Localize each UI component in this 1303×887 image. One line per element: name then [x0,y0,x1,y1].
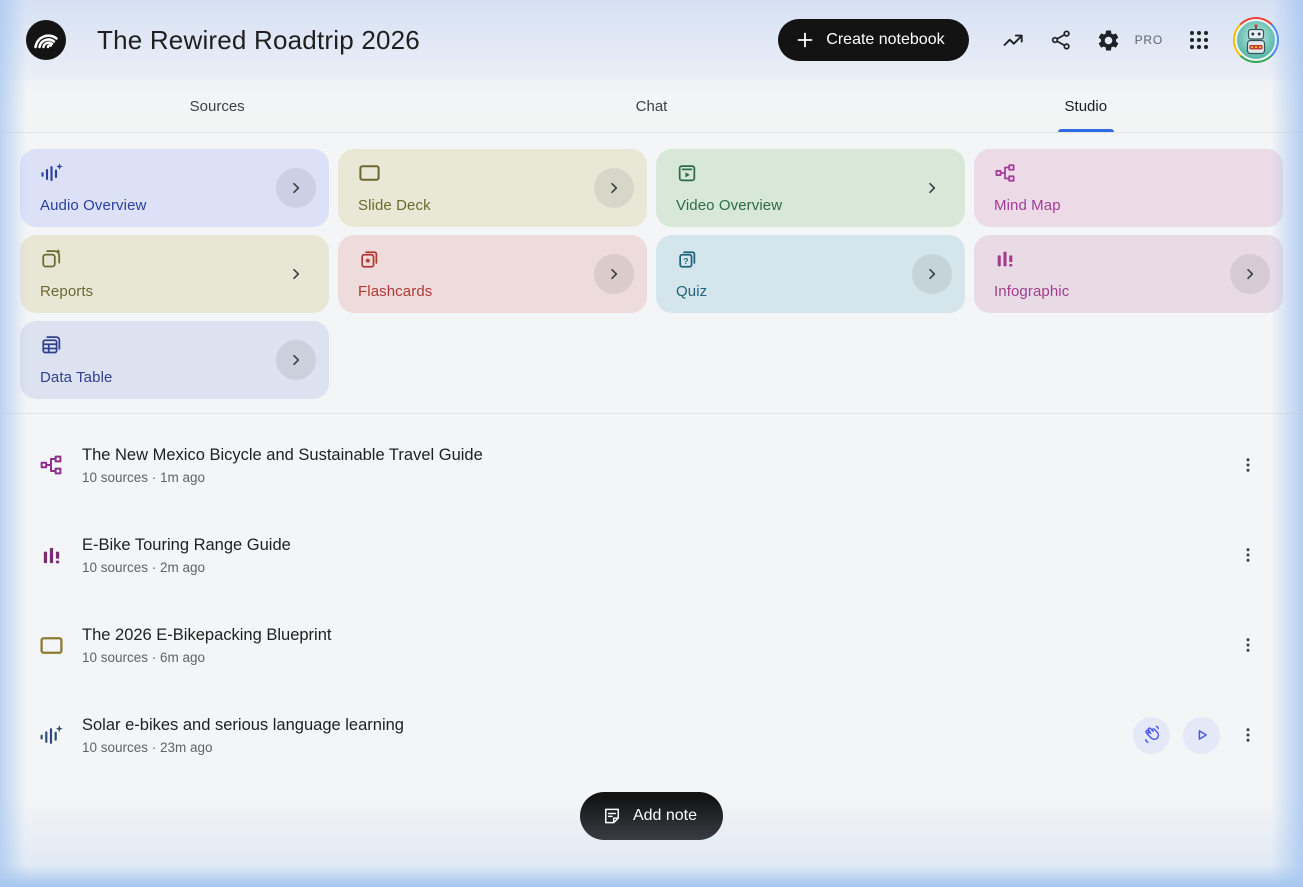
chevron-right-icon[interactable] [276,168,316,208]
create-notebook-button[interactable]: Create notebook [778,19,969,61]
chevron-right-icon[interactable] [594,254,634,294]
card-reports[interactable]: Reports [20,235,329,313]
card-audio-overview[interactable]: Audio Overview [20,149,329,227]
tab-sources[interactable]: Sources [0,80,434,132]
card-label: Data Table [40,369,113,386]
artifact-meta: 10 sources · 2m ago [82,559,206,575]
artifact-text: E-Bike Touring Range Guide 10 sources · … [82,536,1233,575]
add-note-button[interactable]: Add note [579,792,724,840]
analytics-button[interactable] [999,26,1027,54]
main-tabs: Sources Chat Studio [0,80,1303,133]
chevron-right-icon[interactable] [276,254,316,294]
data-table-icon [40,334,63,356]
top-bar: The Rewired Roadtrip 2026 Create noteboo… [0,0,1303,80]
kebab-menu-icon[interactable] [1233,450,1263,480]
artifact-text: The New Mexico Bicycle and Sustainable T… [82,446,1233,485]
card-quiz[interactable]: ? Quiz [656,235,965,313]
apps-grid-button[interactable] [1185,26,1213,54]
note-icon [602,806,622,826]
artifact-title[interactable]: The New Mexico Bicycle and Sustainable T… [82,446,1233,465]
quiz-cards-icon: ? [676,248,699,270]
flashcards-icon [358,248,381,270]
play-audio-button[interactable] [1183,716,1220,754]
chevron-right-icon[interactable] [276,340,316,380]
audio-waveform-sparkle-icon [38,724,64,747]
trending-up-icon [1001,28,1025,52]
chevron-right-icon[interactable] [912,254,952,294]
artifact-text: The 2026 E-Bikepacking Blueprint 10 sour… [82,626,1233,665]
notebooklm-logo[interactable] [26,20,66,60]
kebab-menu-icon[interactable] [1233,540,1263,570]
tab-studio[interactable]: Studio [869,80,1303,132]
artifact-text: Solar e-bikes and serious language learn… [82,716,1133,755]
chevron-right-icon[interactable] [912,168,952,208]
play-icon [1193,726,1211,744]
settings-button[interactable] [1095,26,1123,54]
svg-text:?: ? [683,256,688,266]
studio-cards-grid: Audio Overview Slide Deck Video Overview… [20,149,1283,399]
add-note-label: Add note [632,807,698,824]
add-note-row: Add note [0,792,1303,840]
card-label: Slide Deck [358,197,431,214]
header-actions: Create notebook PRO [778,17,1279,63]
report-sparkle-icon [40,248,63,270]
artifact-meta: 10 sources · 23m ago [82,739,213,755]
list-item[interactable]: E-Bike Touring Range Guide 10 sources · … [0,510,1303,600]
mind-map-icon [38,453,64,477]
video-overview-icon [676,162,698,184]
interactive-mode-button[interactable] [1133,716,1170,754]
kebab-menu-icon[interactable] [1233,630,1263,660]
tab-chat[interactable]: Chat [434,80,868,132]
card-label: Mind Map [994,197,1061,214]
artifact-title[interactable]: E-Bike Touring Range Guide [82,536,1233,555]
list-item[interactable]: The 2026 E-Bikepacking Blueprint 10 sour… [0,600,1303,690]
share-button[interactable] [1047,26,1075,54]
artifact-title[interactable]: The 2026 E-Bikepacking Blueprint [82,626,1233,645]
card-label: Flashcards [358,283,433,300]
infographic-bars-icon [994,248,1016,270]
create-notebook-label: Create notebook [826,31,945,48]
kebab-menu-icon[interactable] [1233,720,1263,750]
slide-deck-icon [358,162,381,184]
pro-badge: PRO [1134,33,1163,47]
audio-waveform-sparkle-icon [40,162,64,184]
artifact-meta: 10 sources · 1m ago [82,469,206,485]
card-label: Reports [40,283,94,300]
artifact-meta: 10 sources · 6m ago [82,649,206,665]
list-item[interactable]: The New Mexico Bicycle and Sustainable T… [0,420,1303,510]
card-label: Video Overview [676,197,783,214]
card-label: Quiz [676,283,708,300]
card-infographic[interactable]: Infographic [974,235,1283,313]
share-icon [1049,28,1073,52]
card-mind-map[interactable]: Mind Map [974,149,1283,227]
list-item[interactable]: Solar e-bikes and serious language learn… [0,690,1303,780]
artifact-list: The New Mexico Bicycle and Sustainable T… [0,414,1303,780]
settings-gear-icon [1096,28,1121,53]
chevron-right-icon[interactable] [594,168,634,208]
account-avatar[interactable] [1233,17,1279,63]
apps-grid-icon [1187,28,1211,52]
card-label: Audio Overview [40,197,147,214]
card-label: Infographic [994,283,1070,300]
plus-icon [796,31,814,49]
chevron-right-icon[interactable] [1230,254,1270,294]
card-video-overview[interactable]: Video Overview [656,149,965,227]
card-flashcards[interactable]: Flashcards [338,235,647,313]
artifact-title[interactable]: Solar e-bikes and serious language learn… [82,716,1133,735]
avatar-robot-image [1235,19,1277,61]
notebook-title[interactable]: The Rewired Roadtrip 2026 [97,25,420,56]
mind-map-icon [994,162,1016,184]
waving-hand-icon [1142,725,1162,745]
infographic-bars-icon [38,544,64,567]
card-slide-deck[interactable]: Slide Deck [338,149,647,227]
studio-panel: Audio Overview Slide Deck Video Overview… [0,133,1303,413]
slide-deck-icon [38,634,64,657]
card-data-table[interactable]: Data Table [20,321,329,399]
